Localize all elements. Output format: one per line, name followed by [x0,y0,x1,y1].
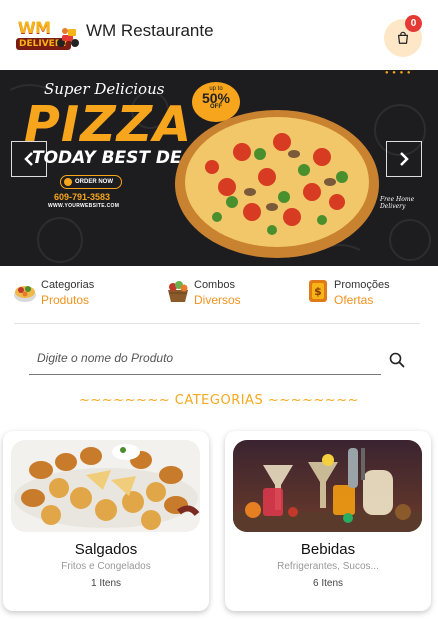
free-delivery-text: Free Home Delivery [380,196,415,210]
search-icon[interactable] [389,352,405,368]
category-name: Bebidas [300,541,356,558]
promotions-icon: $ [309,280,327,302]
social-icons: ● ● ● ● [385,70,412,76]
divider [14,323,420,324]
search-input[interactable] [29,341,381,375]
carousel-next-button[interactable] [386,141,422,177]
delivery-scooter-icon [57,28,79,47]
category-count: 1 Itens [90,578,122,589]
carousel-prev-button[interactable] [11,141,47,177]
banner-phone: 609-791-3583 [54,192,111,202]
badge-off: OFF [210,104,222,110]
salgados-image [11,440,200,532]
menu-sublabel: Ofertas [334,293,374,307]
svg-text:$: $ [314,285,322,298]
banner-headline: PIZZA [24,96,193,153]
menu-item-categorias[interactable]: Categorias Produtos [13,278,94,308]
app-title: WM Restaurante [86,21,214,40]
category-description: Fritos e Congelados [61,561,151,572]
logo-text: WM [18,18,51,37]
menu-sublabel: Diversos [194,293,241,307]
category-card-salgados[interactable]: Salgados Fritos e Congelados 1 Itens [3,431,209,611]
promo-banner[interactable]: Super Delicious PIZZA TODAY BEST DEAL OR… [0,70,438,266]
category-count: 6 Itens [312,578,344,589]
category-name: Salgados [74,541,138,558]
menu-item-promocoes[interactable]: $ Promoções Ofertas [306,278,390,308]
badge-percent: 50% [201,90,231,106]
categories-icon [14,286,36,302]
order-now-button[interactable]: ORDER NOW [60,175,122,189]
combos-icon [168,281,188,302]
app-header: WM DELIVERY WM Restaurante 0 [0,0,438,70]
category-card-bebidas[interactable]: Bebidas Refrigerantes, Sucos... 6 Itens [225,431,431,611]
cart-count-badge: 0 [405,15,422,32]
chevron-left-icon [24,152,33,166]
categories-heading: ~~~~~~~~ CATEGORIAS ~~~~~~~~ [79,393,359,408]
menu-label: Promoções [334,279,390,291]
menu-label: Categorias [41,279,95,291]
bebidas-image [233,440,422,532]
discount-badge: up to 50% OFF [192,82,240,122]
banner-website: WWW.YOURWEBSITE.COM [48,203,120,209]
pizza-image [175,110,379,258]
quick-menu: Categorias Produtos Combos Diversos $ Pr… [0,266,438,324]
category-description: Refrigerantes, Sucos... [277,561,379,572]
menu-item-combos[interactable]: Combos Diversos [166,278,241,308]
brand-logo[interactable]: WM DELIVERY [14,16,80,56]
chevron-right-icon [400,152,409,166]
menu-sublabel: Produtos [41,293,90,307]
menu-label: Combos [194,279,235,291]
shopping-bag-icon [398,31,408,44]
